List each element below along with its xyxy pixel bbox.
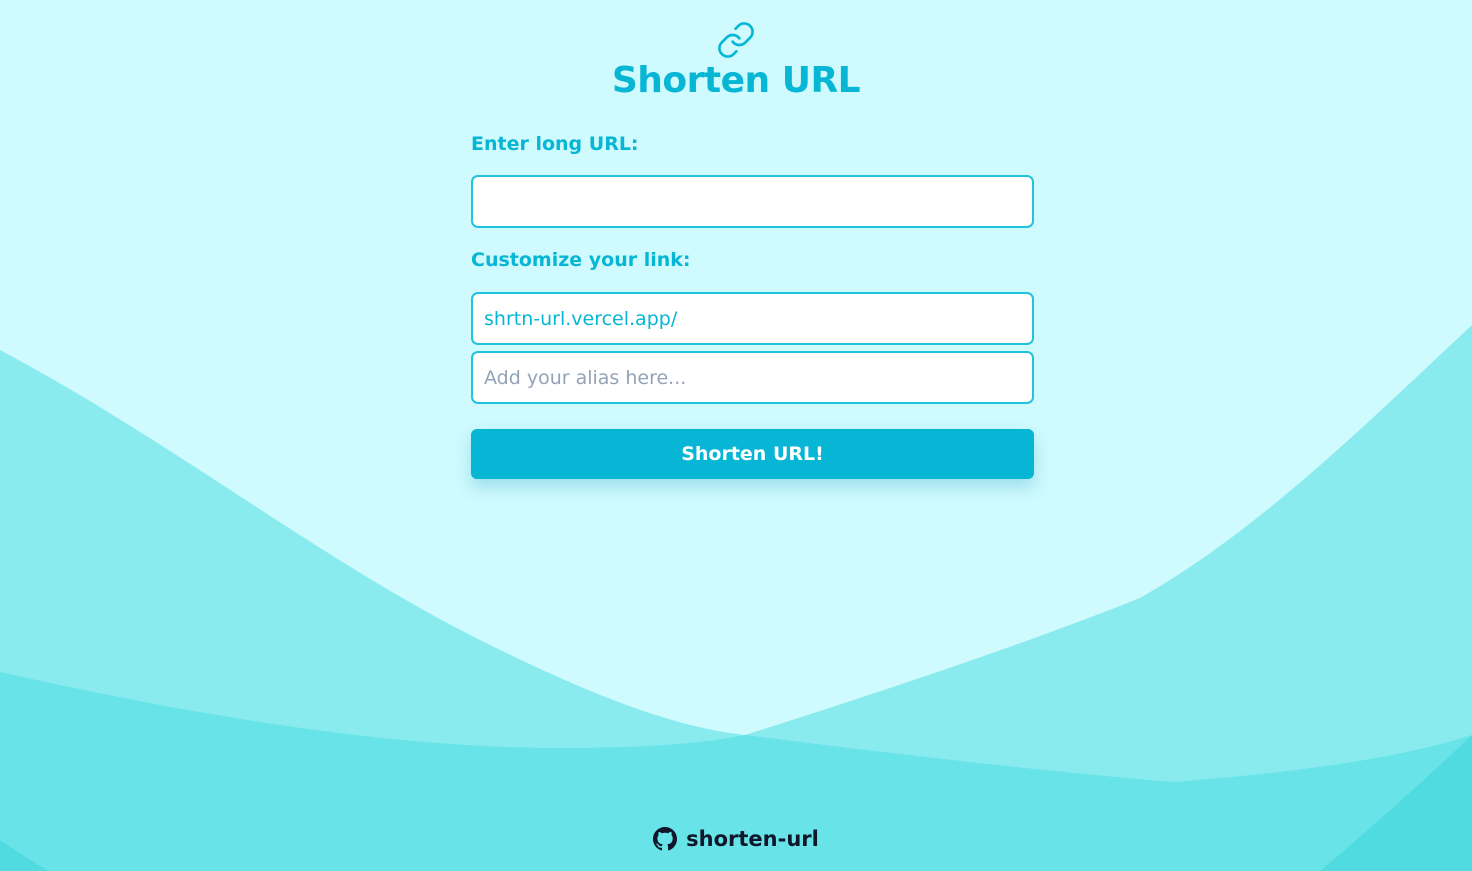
repo-name: shorten-url	[686, 827, 819, 851]
long-url-label: Enter long URL:	[471, 133, 639, 155]
header: Shorten URL	[0, 20, 1472, 102]
domain-prefix-text: shrtn-url.vercel.app/	[484, 307, 678, 330]
github-icon	[653, 827, 678, 851]
alias-input[interactable]	[471, 351, 1034, 404]
footer: shorten-url	[0, 824, 1472, 854]
shorten-url-button[interactable]: Shorten URL!	[471, 429, 1034, 479]
link-icon	[718, 22, 754, 58]
domain-prefix-field: shrtn-url.vercel.app/	[471, 292, 1034, 345]
long-url-input[interactable]	[471, 175, 1034, 228]
github-repo-link[interactable]: shorten-url	[653, 827, 819, 851]
shorten-form: Enter long URL: Customize your link: shr…	[471, 130, 1034, 479]
page-title: Shorten URL	[611, 60, 861, 101]
customize-label: Customize your link:	[471, 249, 691, 271]
page-content: Shorten URL Enter long URL: Customize yo…	[0, 0, 1472, 871]
